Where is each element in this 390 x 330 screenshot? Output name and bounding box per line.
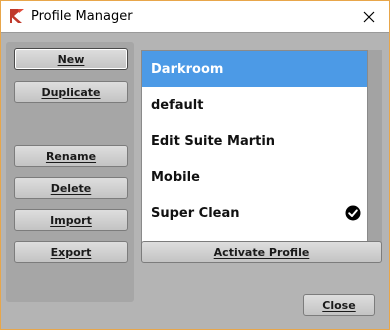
profile-list-item[interactable]: Mobile [142, 159, 367, 195]
active-checkmark-icon [345, 205, 361, 221]
profile-manager-window: Profile Manager New Duplicate Rename Del… [0, 0, 390, 330]
profile-name: default [151, 97, 204, 113]
list-scrollbar[interactable] [368, 50, 382, 259]
profile-name: Super Clean [151, 205, 240, 221]
activate-profile-button[interactable]: Activate Profile [141, 241, 382, 263]
import-button[interactable]: Import [14, 209, 128, 231]
duplicate-button[interactable]: Duplicate [14, 81, 128, 103]
export-button[interactable]: Export [14, 241, 128, 263]
new-button[interactable]: New [14, 48, 128, 70]
delete-button[interactable]: Delete [14, 177, 128, 199]
profile-name: Edit Suite Martin [151, 133, 276, 149]
dialog-body: New Duplicate Rename Delete Import Expor… [1, 32, 389, 329]
window-title: Profile Manager [31, 9, 133, 24]
title-bar: Profile Manager [1, 1, 389, 32]
window-close-icon[interactable] [349, 1, 389, 32]
profile-name: Mobile [151, 169, 200, 185]
profile-name: Darkroom [151, 61, 224, 77]
profile-list[interactable]: Darkroom default Edit Suite Martin Mobil… [141, 50, 368, 259]
profile-list-item[interactable]: Darkroom [142, 51, 367, 87]
profile-list-item[interactable]: Edit Suite Martin [142, 123, 367, 159]
close-button[interactable]: Close [303, 294, 375, 316]
rename-button[interactable]: Rename [14, 145, 128, 167]
app-logo-icon [9, 8, 25, 24]
profile-list-item[interactable]: Super Clean [142, 195, 367, 231]
profile-list-item[interactable]: default [142, 87, 367, 123]
